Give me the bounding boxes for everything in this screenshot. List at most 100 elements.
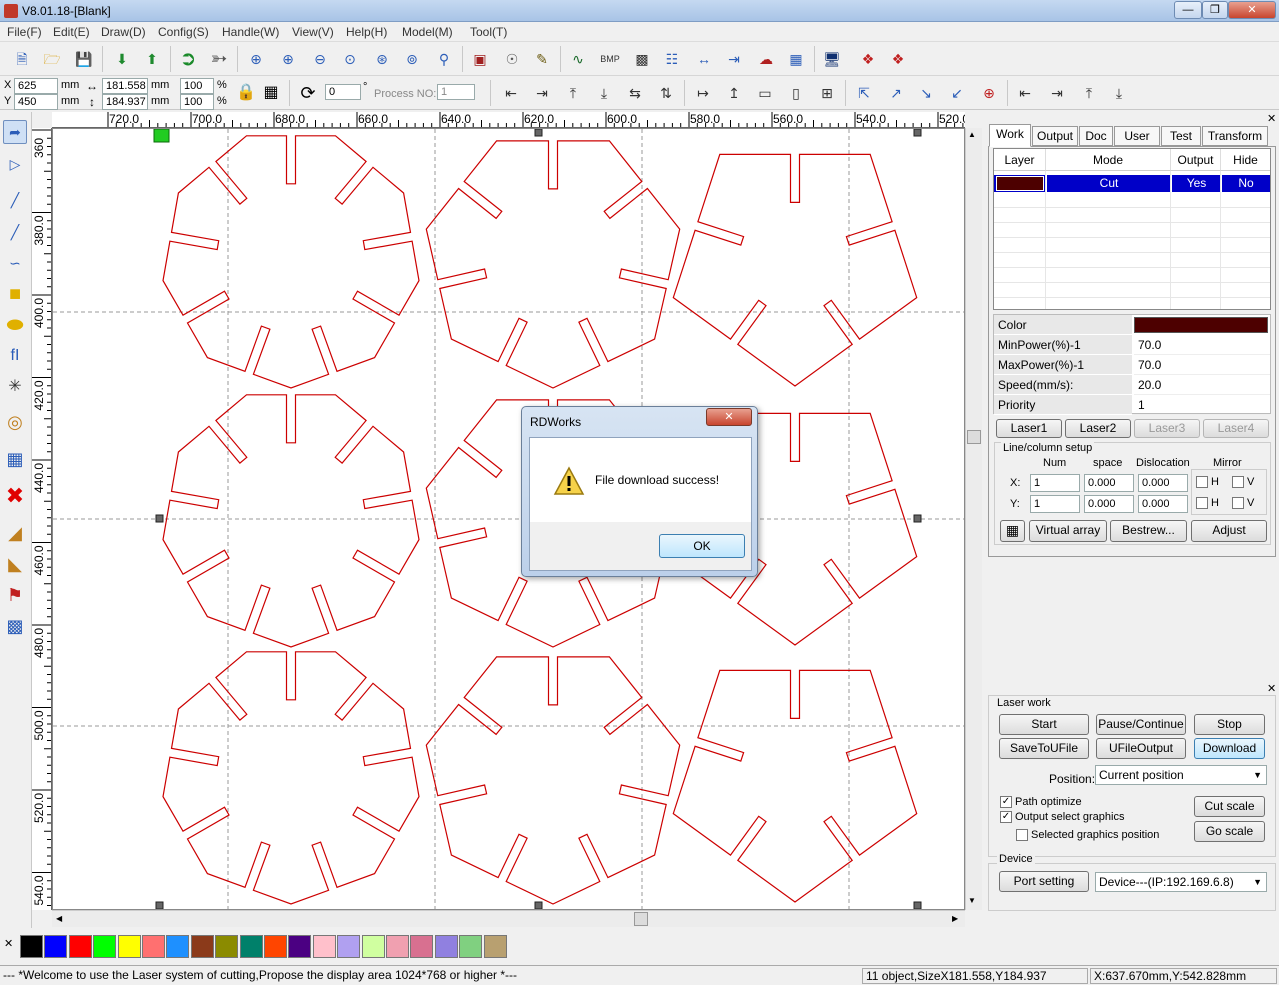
- align-bottom-icon[interactable]: ⤓: [592, 81, 616, 105]
- text-tool-icon[interactable]: fI: [3, 344, 27, 368]
- tab-transform[interactable]: Transform: [1202, 126, 1268, 146]
- mirror-h-icon[interactable]: ◢: [3, 521, 27, 545]
- palette-swatch[interactable]: [20, 935, 43, 958]
- palette-swatch[interactable]: [361, 935, 385, 958]
- scroll-down-icon[interactable]: ▼: [968, 896, 976, 905]
- ellipse-tool-icon[interactable]: ⬬: [3, 313, 27, 337]
- palette-swatch[interactable]: [190, 935, 214, 958]
- position-grid-icon[interactable]: ▦: [259, 81, 283, 105]
- center-page-icon[interactable]: ⊞: [815, 81, 839, 105]
- drawing-canvas[interactable]: [52, 128, 965, 910]
- laser-work-close-icon[interactable]: ✕: [1267, 682, 1276, 695]
- align-bottom-edge-icon[interactable]: ⤓: [1107, 81, 1131, 105]
- stop-button[interactable]: Stop: [1194, 714, 1265, 735]
- process-input[interactable]: 1: [437, 84, 475, 100]
- scroll-up-icon[interactable]: ▲: [968, 130, 976, 139]
- prop-maxpower-value[interactable]: 70.0: [1134, 355, 1270, 375]
- palette-swatch[interactable]: [337, 935, 361, 958]
- array-x-mirror-h-checkbox[interactable]: [1196, 476, 1208, 488]
- zoom-in-icon[interactable]: ⊕: [276, 47, 300, 71]
- node-edit-icon[interactable]: ▷: [3, 152, 27, 176]
- ufile-output-button[interactable]: UFileOutput: [1096, 738, 1186, 759]
- arrange-icon[interactable]: ❖: [856, 47, 880, 71]
- tab-doc[interactable]: Doc: [1079, 126, 1113, 146]
- download-button[interactable]: Download: [1194, 738, 1265, 759]
- curve-smooth-icon[interactable]: ∿: [566, 47, 590, 71]
- prop-priority-value[interactable]: 1: [1134, 395, 1270, 415]
- bottom-left-icon[interactable]: ↙: [945, 81, 969, 105]
- menu-view[interactable]: View(V): [292, 25, 334, 39]
- top-right-icon[interactable]: ↗: [884, 81, 908, 105]
- vertical-scrollbar[interactable]: ▲ ▼: [965, 128, 982, 910]
- monitor-icon[interactable]: 🖥: [820, 47, 844, 71]
- laser4-button[interactable]: Laser4: [1203, 419, 1269, 438]
- delete-icon[interactable]: ✖: [3, 484, 27, 508]
- align-right-icon[interactable]: ⇥: [530, 81, 554, 105]
- open-folder-icon[interactable]: 🗁: [40, 47, 64, 71]
- horizontal-scrollbar[interactable]: ◀ ▶: [52, 910, 965, 927]
- layer-hide-cell[interactable]: No: [1221, 175, 1270, 192]
- rotate-input[interactable]: 0: [325, 84, 361, 100]
- zoom-out-icon[interactable]: ⊖: [308, 47, 332, 71]
- zoom-select-icon[interactable]: ⊛: [370, 47, 394, 71]
- flag-icon[interactable]: ⚑: [3, 583, 27, 607]
- menu-edit[interactable]: Edit(E): [53, 25, 90, 39]
- selected-position-checkbox[interactable]: [1016, 829, 1028, 841]
- virtual-array-button[interactable]: Virtual array: [1029, 520, 1107, 542]
- import-icon[interactable]: ⬇: [110, 47, 134, 71]
- laser2-button[interactable]: Laser2: [1065, 419, 1131, 438]
- height-input[interactable]: 184.937: [102, 94, 148, 110]
- mirror-v-icon[interactable]: ◣: [3, 552, 27, 576]
- palette-swatch[interactable]: [93, 935, 117, 958]
- array-x-disl-input[interactable]: 0.000: [1138, 474, 1188, 492]
- output-select-checkbox[interactable]: ✓: [1000, 811, 1012, 823]
- array-x-num-input[interactable]: 1: [1030, 474, 1080, 492]
- align-left-icon[interactable]: ⇤: [499, 81, 523, 105]
- y-position-input[interactable]: 450: [14, 94, 58, 110]
- pause-continue-button[interactable]: Pause/Continue: [1096, 714, 1186, 735]
- palette-swatch[interactable]: [166, 935, 190, 958]
- maximize-button[interactable]: ❐: [1202, 1, 1228, 19]
- redo-icon[interactable]: ➳: [207, 47, 231, 71]
- align-hcenter-icon[interactable]: ⇆: [623, 81, 647, 105]
- menu-file[interactable]: File(F): [7, 25, 42, 39]
- palette-swatch[interactable]: [434, 935, 458, 958]
- vertical-scroll-thumb[interactable]: [967, 430, 981, 444]
- same-height-icon[interactable]: ↥: [722, 81, 746, 105]
- ok-button[interactable]: OK: [659, 534, 745, 558]
- port-setting-button[interactable]: Port setting: [999, 871, 1089, 892]
- scroll-right-icon[interactable]: ▶: [952, 914, 958, 923]
- menu-tool[interactable]: Tool(T): [470, 25, 507, 39]
- bestrew-button[interactable]: Bestrew...: [1110, 520, 1187, 542]
- align-right-edge-icon[interactable]: ⇥: [1045, 81, 1069, 105]
- arrange-alt-icon[interactable]: ❖: [886, 47, 910, 71]
- close-button[interactable]: ✕: [1228, 1, 1276, 19]
- zoom-window-icon[interactable]: ⊚: [400, 47, 424, 71]
- grid-tool-icon[interactable]: ▦: [3, 447, 27, 471]
- distribute-icon[interactable]: ▯: [784, 81, 808, 105]
- menu-draw[interactable]: Draw(D): [101, 25, 146, 39]
- align-left-edge-icon[interactable]: ⇤: [1013, 81, 1037, 105]
- polyline-tool-icon[interactable]: ╱: [3, 220, 27, 244]
- array-x-mirror-v-checkbox[interactable]: [1232, 476, 1244, 488]
- menu-model[interactable]: Model(M): [402, 25, 453, 39]
- table-icon[interactable]: ▦: [784, 47, 808, 71]
- go-scale-button[interactable]: Go scale: [1194, 821, 1265, 842]
- array-y-mirror-h-checkbox[interactable]: [1196, 497, 1208, 509]
- dot-tool-icon[interactable]: ✳: [3, 375, 27, 399]
- pen-icon[interactable]: ✎: [530, 47, 554, 71]
- device-select[interactable]: Device---(IP:192.169.6.8) ▼: [1095, 872, 1267, 892]
- palette-swatch[interactable]: [459, 935, 483, 958]
- panel-close-icon[interactable]: ✕: [1267, 112, 1276, 125]
- save-icon[interactable]: 💾: [72, 47, 96, 71]
- array-y-num-input[interactable]: 1: [1030, 495, 1080, 513]
- layer-color-swatch[interactable]: [996, 176, 1044, 191]
- select-tool-icon[interactable]: ➦: [3, 120, 27, 144]
- array-x-space-input[interactable]: 0.000: [1084, 474, 1134, 492]
- align-top-edge-icon[interactable]: ⤒: [1077, 81, 1101, 105]
- x-position-input[interactable]: 625: [14, 78, 58, 94]
- prop-color-value[interactable]: [1134, 317, 1268, 333]
- same-width-icon[interactable]: ↦: [691, 81, 715, 105]
- frame-icon[interactable]: ▣: [468, 47, 492, 71]
- bitmap-icon[interactable]: BMP: [598, 47, 622, 71]
